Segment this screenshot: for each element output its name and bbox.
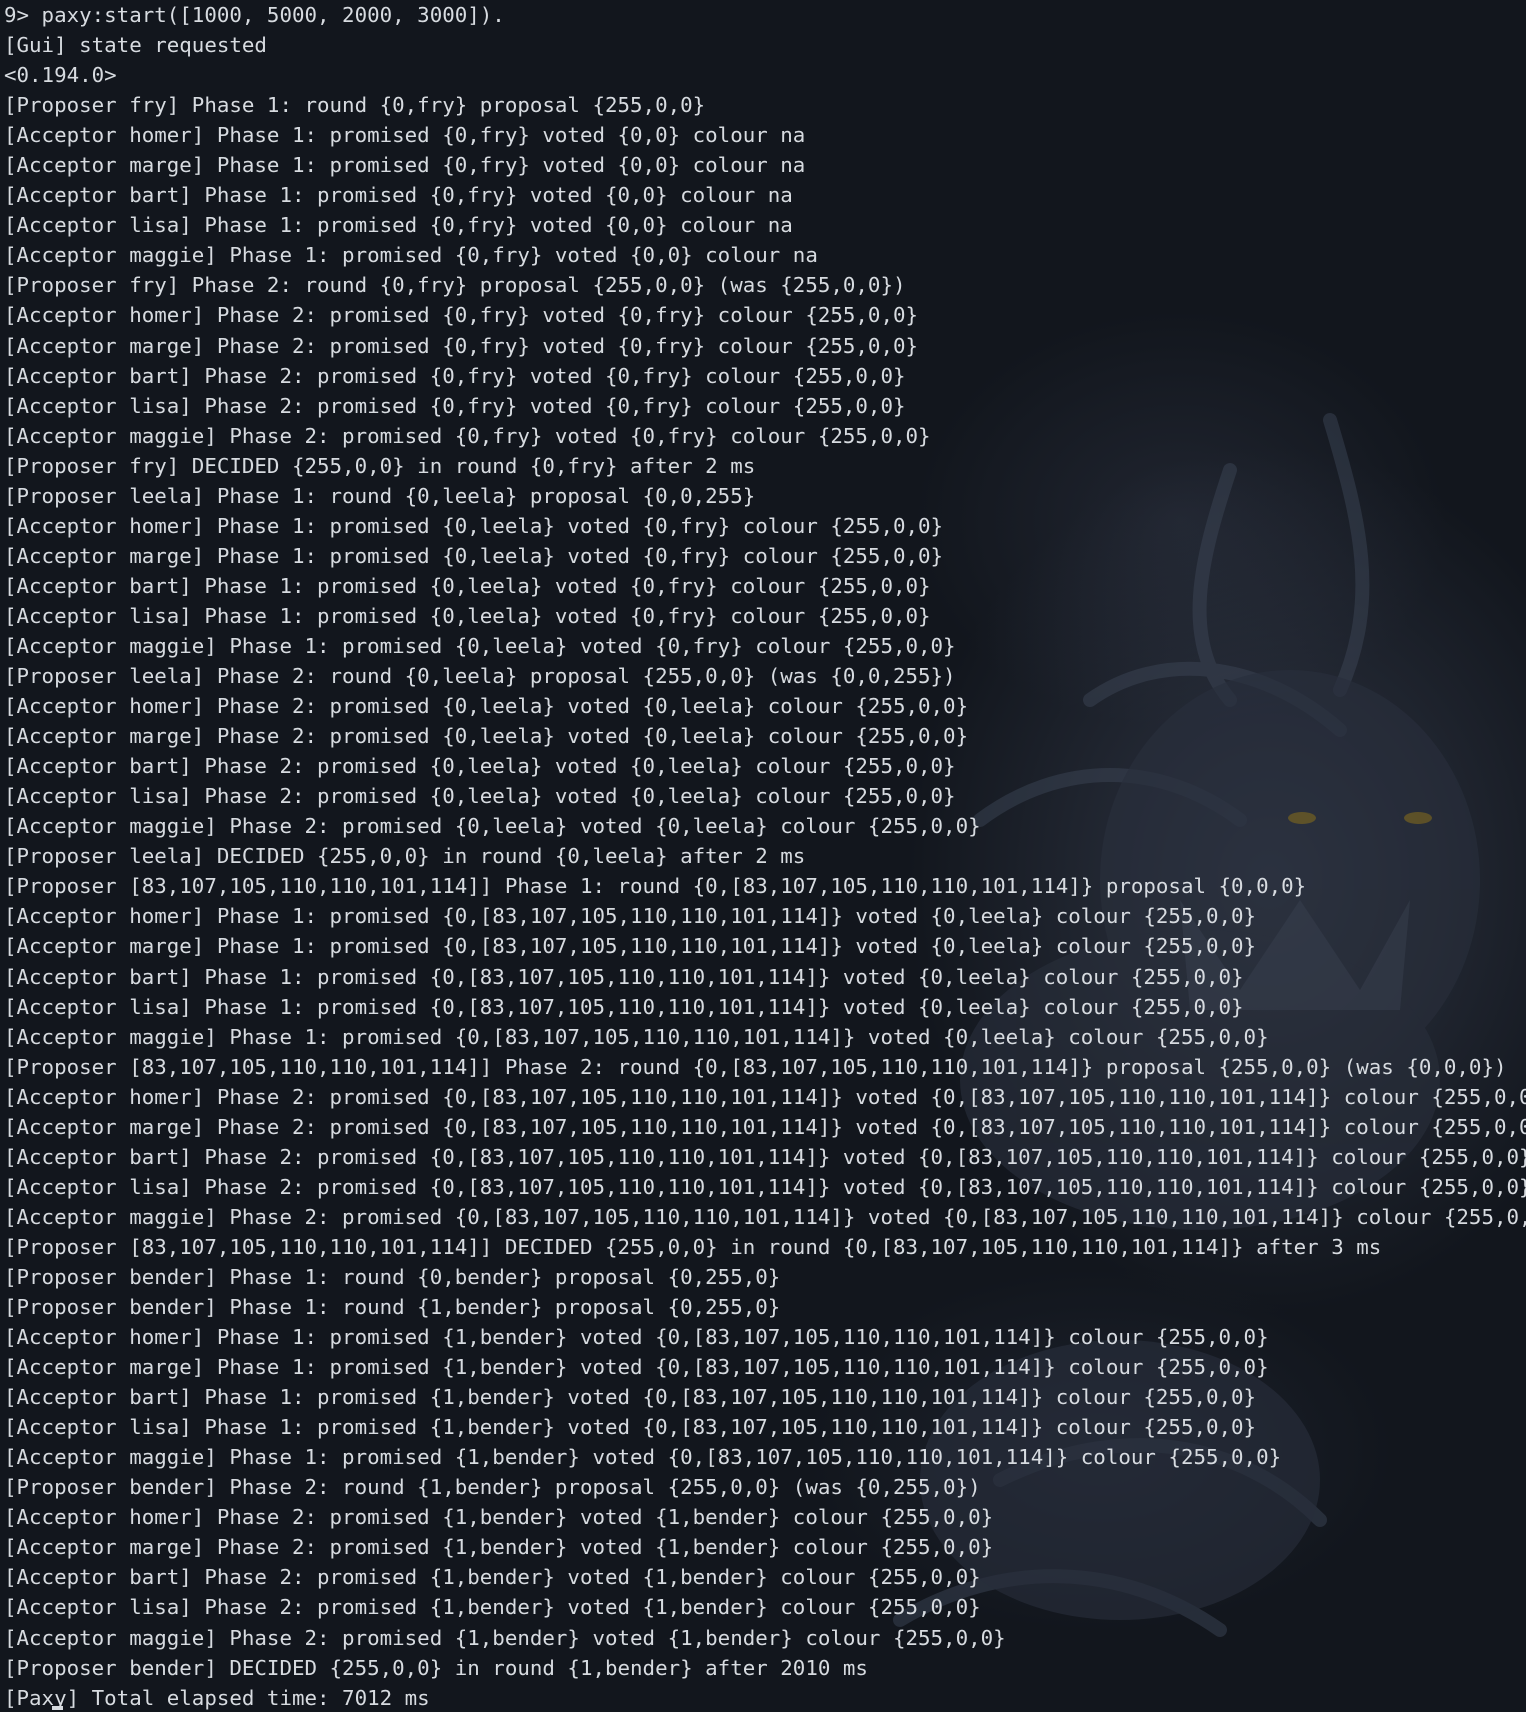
terminal-line: [Acceptor marge] Phase 1: promised {0,le… — [4, 543, 944, 568]
terminal-line: [Acceptor marge] Phase 1: promised {0,[8… — [4, 934, 1257, 959]
terminal-line: [Acceptor lisa] Phase 1: promised {0,fry… — [4, 213, 793, 238]
terminal-line: [Acceptor marge] Phase 2: promised {0,fr… — [4, 333, 919, 358]
terminal-line: [Acceptor marge] Phase 1: promised {1,be… — [4, 1355, 1269, 1380]
terminal-line: [Paxy] Total elapsed time: 7012 ms — [4, 1685, 430, 1710]
terminal-line: [Acceptor homer] Phase 2: promised {0,fr… — [4, 303, 919, 328]
terminal-line: [Proposer leela] DECIDED {255,0,0} in ro… — [4, 844, 806, 869]
terminal-line: [Acceptor homer] Phase 1: promised {0,fr… — [4, 123, 806, 148]
terminal-line: [Acceptor maggie] Phase 2: promised {0,f… — [4, 423, 931, 448]
terminal-line: [Proposer bender] Phase 1: round {0,bend… — [4, 1264, 781, 1289]
terminal-line: [Acceptor bart] Phase 1: promised {0,lee… — [4, 573, 931, 598]
terminal-line: [Proposer fry] Phase 1: round {0,fry} pr… — [4, 93, 706, 118]
terminal-window[interactable]: 9> paxy:start([1000, 5000, 2000, 3000]).… — [0, 0, 1526, 1712]
terminal-line: [Acceptor lisa] Phase 2: promised {0,[83… — [4, 1174, 1526, 1199]
terminal-line: [Proposer [83,107,105,110,110,101,114]] … — [4, 1054, 1507, 1079]
terminal-output[interactable]: 9> paxy:start([1000, 5000, 2000, 3000]).… — [4, 0, 1526, 1712]
terminal-line: [Proposer [83,107,105,110,110,101,114]] … — [4, 874, 1307, 899]
terminal-line: [Acceptor lisa] Phase 2: promised {0,lee… — [4, 784, 956, 809]
terminal-line: 9> paxy:start([1000, 5000, 2000, 3000]). — [4, 3, 505, 27]
terminal-line: [Proposer leela] Phase 2: round {0,leela… — [4, 664, 956, 689]
terminal-line: [Acceptor homer] Phase 1: promised {0,le… — [4, 513, 944, 538]
terminal-line: [Acceptor lisa] Phase 1: promised {0,lee… — [4, 603, 931, 628]
terminal-line: [Acceptor maggie] Phase 1: promised {1,b… — [4, 1445, 1282, 1470]
terminal-line: [Acceptor marge] Phase 2: promised {1,be… — [4, 1535, 994, 1560]
terminal-line: [Acceptor homer] Phase 1: promised {0,[8… — [4, 904, 1257, 929]
terminal-line: [Acceptor homer] Phase 2: promised {0,le… — [4, 694, 969, 719]
terminal-line: [Acceptor marge] Phase 2: promised {0,[8… — [4, 1114, 1526, 1139]
terminal-line: [Proposer fry] Phase 2: round {0,fry} pr… — [4, 273, 906, 298]
terminal-line: <0.194.0> — [4, 63, 117, 88]
terminal-line: [Proposer bender] Phase 2: round {1,bend… — [4, 1475, 981, 1500]
terminal-line: [Acceptor maggie] Phase 2: promised {0,l… — [4, 814, 981, 839]
terminal-line: [Acceptor lisa] Phase 1: promised {1,ben… — [4, 1415, 1257, 1440]
terminal-line: [Acceptor bart] Phase 2: promised {1,ben… — [4, 1565, 981, 1590]
terminal-line: [Acceptor maggie] Phase 1: promised {0,f… — [4, 243, 818, 268]
terminal-line: [Acceptor marge] Phase 1: promised {0,fr… — [4, 153, 806, 178]
terminal-line: [Acceptor lisa] Phase 1: promised {0,[83… — [4, 994, 1244, 1019]
terminal-line: [Acceptor bart] Phase 2: promised {0,lee… — [4, 754, 956, 779]
terminal-line: [Acceptor lisa] Phase 2: promised {0,fry… — [4, 393, 906, 418]
terminal-line: [Acceptor bart] Phase 1: promised {0,[83… — [4, 964, 1244, 989]
terminal-line: [Acceptor bart] Phase 2: promised {0,fry… — [4, 363, 906, 388]
terminal-line: [Proposer bender] Phase 1: round {1,bend… — [4, 1295, 781, 1320]
terminal-line: [Acceptor bart] Phase 1: promised {0,fry… — [4, 183, 793, 208]
terminal-line: [Proposer bender] DECIDED {255,0,0} in r… — [4, 1655, 868, 1680]
terminal-line: [Acceptor homer] Phase 1: promised {1,be… — [4, 1325, 1269, 1350]
terminal-line: [Acceptor homer] Phase 2: promised {1,be… — [4, 1505, 994, 1530]
terminal-line: [Acceptor homer] Phase 2: promised {0,[8… — [4, 1084, 1526, 1109]
terminal-line: [Acceptor maggie] Phase 1: promised {0,l… — [4, 633, 956, 658]
terminal-line: [Acceptor maggie] Phase 1: promised {0,[… — [4, 1024, 1269, 1049]
terminal-line: [Acceptor bart] Phase 1: promised {1,ben… — [4, 1385, 1257, 1410]
terminal-line: [Proposer fry] DECIDED {255,0,0} in roun… — [4, 453, 756, 478]
terminal-line: [Acceptor marge] Phase 2: promised {0,le… — [4, 724, 969, 749]
terminal-line: [Acceptor maggie] Phase 2: promised {0,[… — [4, 1204, 1526, 1229]
terminal-line: [Proposer [83,107,105,110,110,101,114]] … — [4, 1234, 1382, 1259]
terminal-line: [Acceptor maggie] Phase 2: promised {1,b… — [4, 1625, 1006, 1650]
terminal-line: [Proposer leela] Phase 1: round {0,leela… — [4, 483, 756, 508]
terminal-line: [Acceptor bart] Phase 2: promised {0,[83… — [4, 1144, 1526, 1169]
terminal-line: [Acceptor lisa] Phase 2: promised {1,ben… — [4, 1595, 981, 1620]
block-cursor — [52, 1706, 63, 1710]
terminal-line: [Gui] state requested — [4, 33, 267, 58]
